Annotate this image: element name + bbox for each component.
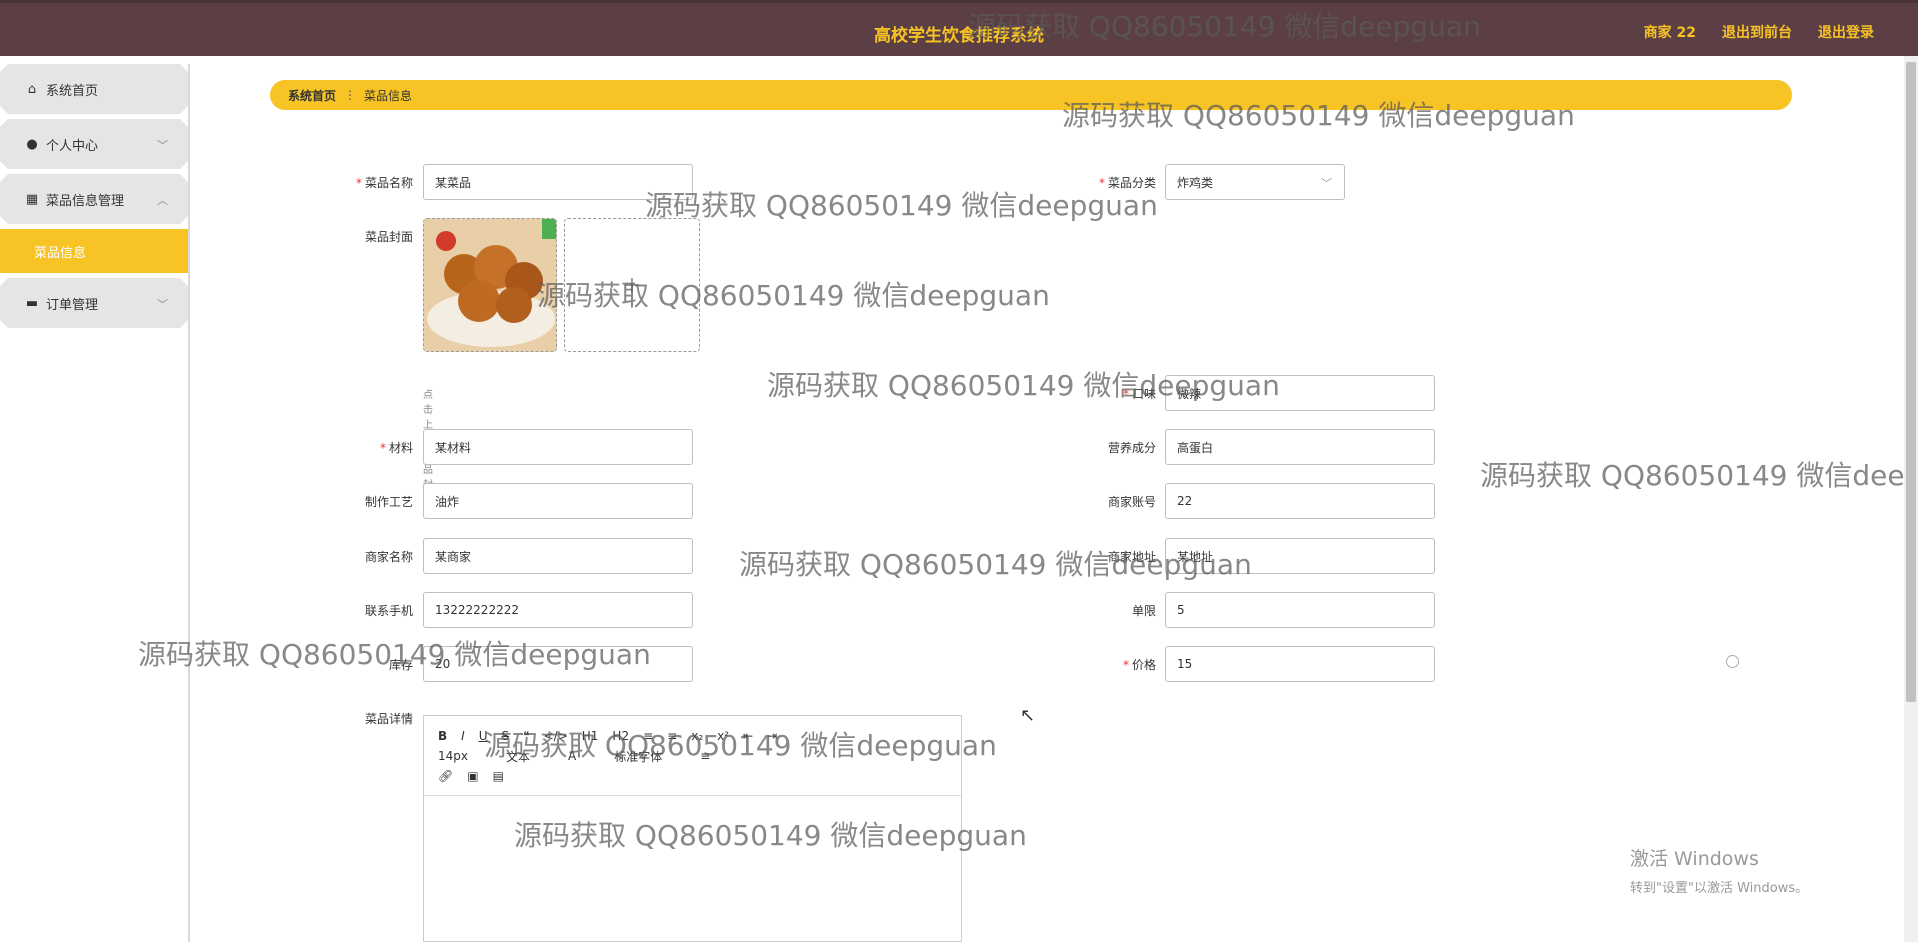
- sidebar-item-label: 系统首页: [46, 83, 99, 99]
- merchant-account-label: 商家账号: [1107, 495, 1156, 509]
- app-title: 高校学生饮食推荐系统: [874, 26, 1044, 46]
- merchant-account-input[interactable]: 22: [1165, 483, 1435, 519]
- sidebar-item-label: 订单管理: [46, 297, 99, 313]
- user-icon: ●: [26, 136, 38, 152]
- price-label: * 价格: [1122, 658, 1156, 672]
- sidebar-item-label: 菜品信息管理: [46, 193, 125, 209]
- underline-button[interactable]: U: [479, 729, 488, 743]
- rich-text-editor[interactable]: B I U S ❝ </> H1 H2 ≡ ≡ x₂ x² ⇤ ⇥ 14px 文…: [423, 715, 962, 942]
- font-family-select[interactable]: 标准字体: [614, 748, 662, 765]
- merchant-name-input[interactable]: 某商家: [423, 538, 693, 574]
- link-icon[interactable]: 🔗︎: [438, 769, 453, 783]
- video-icon[interactable]: ▤: [493, 769, 504, 783]
- sidebar-item-dish-management[interactable]: ▦ 菜品信息管理 ︿: [0, 174, 188, 224]
- back-to-frontend-link[interactable]: 退出到前台: [1722, 22, 1792, 42]
- merchant-name-label: 商家名称: [364, 550, 413, 564]
- nutrition-label: 营养成分: [1107, 441, 1156, 455]
- code-button[interactable]: </>: [544, 729, 568, 743]
- text-color-button[interactable]: A: [568, 749, 576, 763]
- editor-toolbar-row-2: 14px 文本 A 标准字体 ≡: [438, 746, 947, 766]
- editor-toolbar-row-1: B I U S ❝ </> H1 H2 ≡ ≡ x₂ x² ⇤ ⇥: [438, 726, 947, 746]
- sidebar-item-label: 菜品信息: [34, 245, 87, 261]
- sidebar: ⌂ 系统首页 ● 个人中心 ﹀ ▦ 菜品信息管理 ︿ 菜品信息 ▬ 订单管理 ﹀: [0, 64, 190, 942]
- sidebar-item-dish-info[interactable]: 菜品信息: [0, 229, 188, 273]
- merchant-address-label: 商家地址: [1107, 550, 1156, 564]
- name-label: * 菜品名称: [355, 176, 413, 190]
- strike-button[interactable]: S: [502, 729, 510, 743]
- header-links: 商家 22 退出到前台 退出登录: [1644, 22, 1874, 42]
- process-input[interactable]: 油炸: [423, 483, 693, 519]
- h1-button[interactable]: H1: [582, 729, 599, 743]
- name-input[interactable]: 某菜品: [423, 164, 693, 200]
- limit-label: 单限: [1131, 604, 1156, 618]
- breadcrumb-separator: ⋮: [344, 88, 357, 102]
- nutrition-input[interactable]: 高蛋白: [1165, 429, 1435, 465]
- blockquote-button[interactable]: ❝: [523, 729, 529, 743]
- phone-label: 联系手机: [364, 604, 413, 618]
- ordered-list-button[interactable]: ≡: [643, 729, 653, 743]
- merchant-account-link[interactable]: 商家 22: [1644, 22, 1696, 42]
- process-label: 制作工艺: [364, 495, 413, 509]
- mouse-cursor-icon: ↖: [1020, 705, 1036, 726]
- top-header: 高校学生饮食推荐系统 商家 22 退出到前台 退出登录: [0, 0, 1918, 56]
- editor-toolbar: B I U S ❝ </> H1 H2 ≡ ≡ x₂ x² ⇤ ⇥ 14px 文…: [424, 716, 961, 796]
- clear-icon[interactable]: [1726, 655, 1739, 668]
- italic-button[interactable]: I: [461, 729, 465, 743]
- chevron-down-icon: ﹀: [157, 139, 168, 152]
- outdent-button[interactable]: ⇤: [743, 729, 753, 743]
- category-select[interactable]: 炸鸡类 ﹀: [1165, 164, 1345, 200]
- format-select[interactable]: 文本: [506, 748, 530, 765]
- sidebar-item-home[interactable]: ⌂ 系统首页: [0, 64, 188, 114]
- logout-link[interactable]: 退出登录: [1818, 22, 1874, 42]
- breadcrumb-home[interactable]: 系统首页: [288, 87, 336, 104]
- taste-label: * 口味: [1122, 387, 1156, 401]
- windows-activation-notice: 激活 Windows 转到"设置"以激活 Windows。: [1630, 844, 1808, 896]
- subscript-button[interactable]: x₂: [691, 729, 703, 743]
- monitor-icon: ▬: [25, 295, 39, 311]
- chevron-up-icon: ︿: [157, 194, 168, 207]
- limit-input[interactable]: 5: [1165, 592, 1435, 628]
- cover-image[interactable]: [423, 218, 557, 352]
- chevron-down-icon: ﹀: [157, 298, 168, 311]
- upload-cover-button[interactable]: +: [564, 218, 700, 352]
- home-icon: ⌂: [27, 81, 37, 97]
- fried-chicken-image: [424, 219, 556, 351]
- sidebar-item-label: 个人中心: [46, 138, 99, 154]
- cover-label: 菜品封面: [364, 230, 413, 244]
- breadcrumb-current: 菜品信息: [364, 88, 413, 103]
- stock-input[interactable]: 20: [423, 646, 693, 682]
- plus-icon: +: [622, 272, 642, 298]
- chevron-down-icon: ﹀: [1321, 177, 1332, 190]
- detail-label: 菜品详情: [364, 712, 413, 726]
- material-input[interactable]: 某材料: [423, 429, 693, 465]
- stock-label: 库存: [388, 658, 413, 672]
- indent-button[interactable]: ⇥: [767, 729, 777, 743]
- phone-input[interactable]: 13222222222: [423, 592, 693, 628]
- price-input[interactable]: 15: [1165, 646, 1435, 682]
- grid-icon: ▦: [25, 191, 39, 207]
- editor-toolbar-row-3: 🔗︎ ▣ ▤: [438, 766, 947, 786]
- taste-input[interactable]: 微辣: [1165, 375, 1435, 411]
- bullet-list-button[interactable]: ≡: [667, 729, 677, 743]
- category-label: * 菜品分类: [1098, 176, 1156, 190]
- bold-button[interactable]: B: [438, 729, 447, 743]
- font-size-select[interactable]: 14px: [438, 749, 468, 763]
- h2-button[interactable]: H2: [612, 729, 629, 743]
- sidebar-item-profile[interactable]: ● 个人中心 ﹀: [0, 119, 188, 169]
- breadcrumb: 系统首页 ⋮ 菜品信息: [270, 80, 1792, 110]
- superscript-button[interactable]: x²: [717, 729, 729, 743]
- image-icon[interactable]: ▣: [467, 769, 478, 783]
- scrollbar-thumb[interactable]: [1906, 62, 1916, 702]
- sidebar-item-orders[interactable]: ▬ 订单管理 ﹀: [0, 278, 188, 328]
- align-button[interactable]: ≡: [700, 749, 710, 763]
- watermark: 源码获取 QQ86050149 微信deepguan: [1480, 459, 1918, 492]
- activation-title: 激活 Windows: [1630, 848, 1759, 870]
- activation-subtitle: 转到"设置"以激活 Windows。: [1630, 881, 1809, 896]
- material-label: * 材料: [379, 441, 413, 455]
- merchant-address-input[interactable]: 某地址: [1165, 538, 1435, 574]
